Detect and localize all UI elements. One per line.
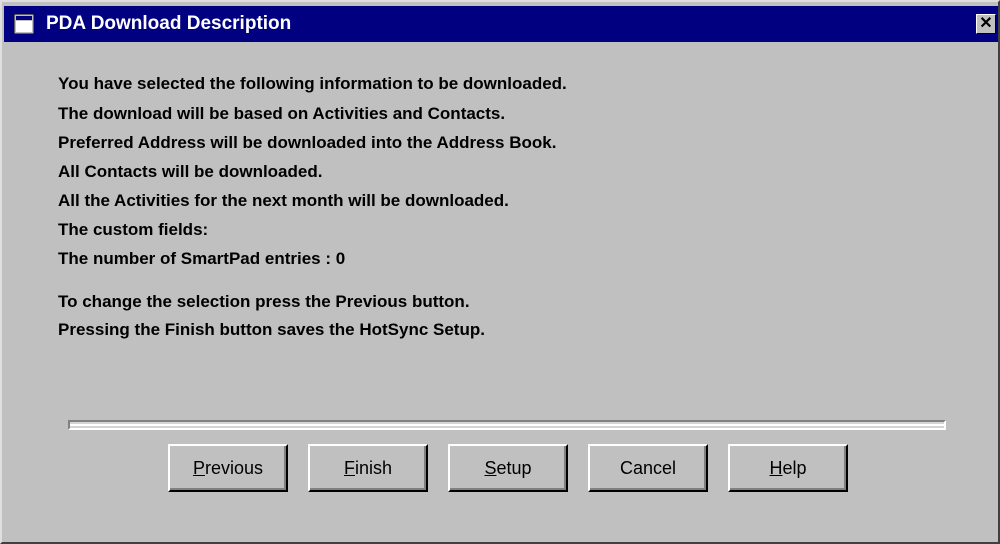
title-bar[interactable]: PDA Download Description ✕ xyxy=(4,6,998,42)
dialog-window: PDA Download Description ✕ You have sele… xyxy=(0,0,1000,544)
instruction-line: To change the selection press the Previo… xyxy=(58,292,470,311)
message-line: The custom fields: xyxy=(58,220,209,239)
previous-button-mnemonic: P xyxy=(192,458,205,478)
setup-button-label: etup xyxy=(496,458,532,478)
help-button-label: elp xyxy=(782,458,807,478)
cancel-button-label: Cancel xyxy=(619,458,677,478)
message-line: All Contacts will be downloaded. xyxy=(58,162,323,181)
setup-button[interactable]: Setup xyxy=(448,444,568,492)
finish-button-label: inish xyxy=(354,458,393,478)
message-line: You have selected the following informat… xyxy=(58,74,567,93)
close-icon: ✕ xyxy=(979,15,993,32)
message-line: All the Activities for the next month wi… xyxy=(58,191,509,210)
separator-line xyxy=(68,420,946,430)
window-icon xyxy=(13,13,35,35)
window-title: PDA Download Description xyxy=(46,13,292,34)
message-line: The number of SmartPad entries : 0 xyxy=(58,249,346,268)
message-line: The download will be based on Activities… xyxy=(58,104,506,123)
help-button-mnemonic: H xyxy=(769,458,783,478)
close-button[interactable]: ✕ xyxy=(976,14,996,34)
cancel-button[interactable]: Cancel xyxy=(588,444,708,492)
finish-button[interactable]: Finish xyxy=(308,444,428,492)
previous-button[interactable]: Previous xyxy=(168,444,288,492)
instruction-line: Pressing the Finish button saves the Hot… xyxy=(58,320,485,339)
finish-button-mnemonic: F xyxy=(343,458,355,478)
separator-highlight xyxy=(70,424,944,426)
setup-button-mnemonic: S xyxy=(484,458,497,478)
help-button[interactable]: Help xyxy=(728,444,848,492)
message-line: Preferred Address will be downloaded int… xyxy=(58,133,557,152)
previous-button-label: revious xyxy=(204,458,264,478)
